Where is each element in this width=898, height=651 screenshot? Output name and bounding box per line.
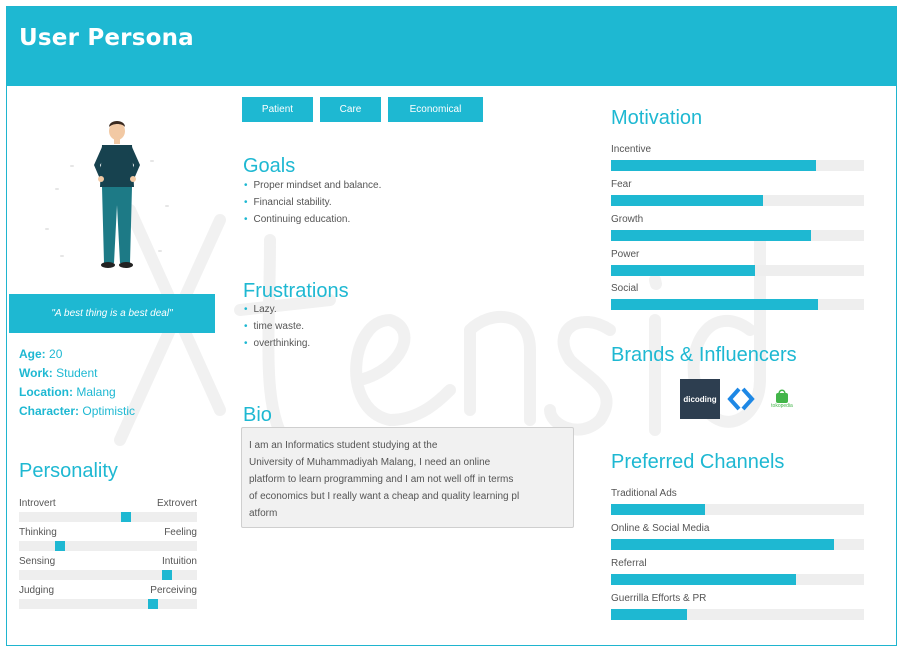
personality-trait: Introvert Extrovert xyxy=(19,498,197,528)
tag-economical: Economical xyxy=(388,97,483,122)
shopping-bag-icon xyxy=(776,389,788,403)
personality-trait: Judging Perceiving xyxy=(19,585,197,615)
list-item: time waste. xyxy=(244,318,310,335)
profile-age: Age: 20 xyxy=(19,347,63,361)
goals-list: Proper mindset and balance. Financial st… xyxy=(244,177,382,228)
motivation-bar: Fear xyxy=(611,179,864,211)
frustrations-list: Lazy. time waste. overthinking. xyxy=(244,301,311,352)
channel-bar: Traditional Ads xyxy=(611,488,864,520)
frustrations-title: Frustrations xyxy=(243,280,349,302)
channel-bar: Online & Social Media xyxy=(611,523,864,555)
list-item: overthinking. xyxy=(244,335,311,352)
channels-title: Preferred Channels xyxy=(611,451,785,473)
list-item: Lazy. xyxy=(244,301,310,318)
persona-quote: "A best thing is a best deal" xyxy=(9,294,215,333)
brands-title: Brands & Influencers xyxy=(611,344,797,366)
page-title: User Persona xyxy=(19,25,194,51)
list-item: Proper mindset and balance. xyxy=(244,177,382,194)
tag-patient: Patient xyxy=(242,97,313,122)
bio-title: Bio xyxy=(243,404,272,426)
profile-work: Work: Student xyxy=(19,366,98,380)
channel-bar: Referral xyxy=(611,558,864,590)
personality-trait: Sensing Intuition xyxy=(19,556,197,586)
tokopedia-logo: tokopedia xyxy=(764,379,800,419)
personality-trait: Thinking Feeling xyxy=(19,527,197,557)
personality-title: Personality xyxy=(19,460,118,482)
profile-info: Age: 20 Work: Student Location: Malang C… xyxy=(19,345,135,421)
dicoding-logo: dicoding xyxy=(680,379,720,419)
header-bar: User Persona xyxy=(7,7,896,86)
list-item: Continuing education. xyxy=(244,211,381,228)
profile-location: Location: Malang xyxy=(19,385,116,399)
motivation-bar: Growth xyxy=(611,214,864,246)
avatar xyxy=(94,121,140,268)
motivation-bar: Power xyxy=(611,249,864,281)
profile-character: Character: Optimistic xyxy=(19,404,136,418)
goals-title: Goals xyxy=(243,155,296,177)
tag-care: Care xyxy=(320,97,381,122)
brand-logo-icon xyxy=(724,379,758,419)
chevrons-icon xyxy=(727,387,755,411)
channel-bar: Guerrilla Efforts & PR xyxy=(611,593,864,625)
bio-text: I am an Informatics student studying at … xyxy=(241,427,574,528)
motivation-bar: Incentive xyxy=(611,144,864,176)
list-item: Financial stability. xyxy=(244,194,381,211)
motivation-title: Motivation xyxy=(611,107,703,129)
motivation-bar: Social xyxy=(611,283,864,315)
